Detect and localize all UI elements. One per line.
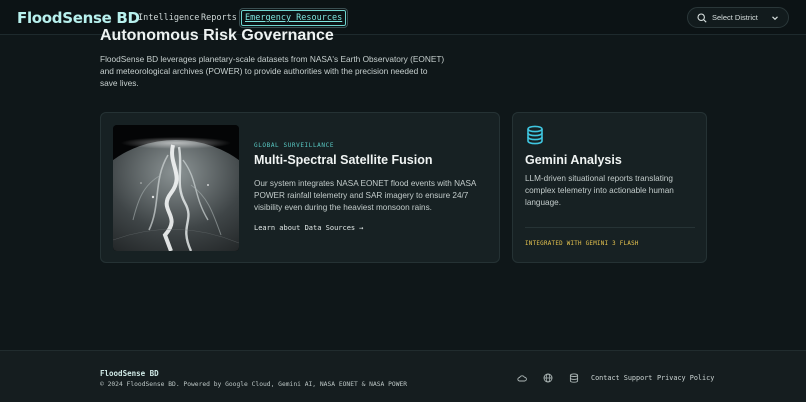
nav-reports[interactable]: Reports (201, 13, 237, 23)
chevron-down-icon (772, 16, 778, 21)
card-title: Gemini Analysis (525, 153, 622, 167)
learn-link-label: Learn about Data Sources (254, 224, 356, 232)
database-icon[interactable] (569, 373, 579, 383)
cloud-icon[interactable] (517, 373, 527, 383)
card-kicker: GLOBAL SURVEILLANCE (254, 142, 335, 149)
privacy-policy-link[interactable]: Privacy Policy (657, 374, 714, 382)
satellite-image (113, 125, 239, 251)
card-description: LLM-driven situational reports translati… (525, 174, 674, 207)
divider (525, 227, 695, 228)
integration-badge: INTEGRATED WITH GEMINI 3 FLASH (525, 241, 639, 247)
satellite-fusion-card: GLOBAL SURVEILLANCE Multi-Spectral Satel… (100, 112, 500, 263)
gemini-analysis-card: Gemini Analysis LLM-driven situational r… (512, 112, 707, 263)
brand-logo[interactable]: FloodSense BD (17, 9, 140, 27)
district-select[interactable]: Select District (687, 7, 789, 28)
hero-description: FloodSense BD leverages planetary-scale … (100, 54, 445, 88)
card-title: Multi-Spectral Satellite Fusion (254, 153, 433, 167)
page-title: Autonomous Risk Governance (100, 27, 334, 44)
search-icon (697, 12, 707, 23)
nav-intelligence[interactable]: Intelligence (138, 13, 199, 23)
nav-emergency-resources[interactable]: Emergency Resources (239, 9, 348, 27)
learn-data-sources-link[interactable]: Learn about Data Sources → (254, 224, 363, 232)
district-select-label: Select District (712, 13, 758, 22)
footer-brand: FloodSense BD (100, 369, 159, 378)
card-description: Our system integrates NASA EONET flood e… (254, 179, 476, 212)
contact-support-link[interactable]: Contact Support (591, 374, 652, 382)
arrow-right-icon: → (359, 224, 364, 232)
database-icon (527, 125, 543, 145)
footer: FloodSense BD © 2024 FloodSense BD. Powe… (0, 350, 806, 402)
globe-icon[interactable] (543, 373, 553, 383)
copyright-text: © 2024 FloodSense BD. Powered by Google … (100, 381, 408, 388)
